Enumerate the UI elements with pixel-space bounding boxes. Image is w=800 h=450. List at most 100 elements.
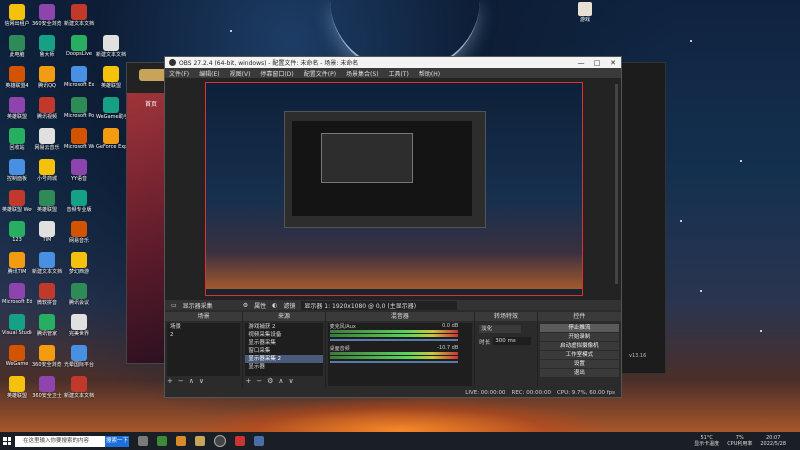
menu-docks[interactable]: 停靠窗口(D) — [260, 69, 293, 78]
windows-start-icon[interactable] — [3, 437, 11, 445]
desktop-icon[interactable]: 音频专业版 — [64, 190, 94, 213]
mic-volume-slider[interactable] — [329, 339, 459, 341]
remove-icon[interactable]: − — [178, 377, 184, 385]
desktop-icon[interactable]: 小号商城 — [32, 159, 62, 182]
start-recording-button[interactable]: 开始录制 — [539, 333, 619, 341]
remove-icon[interactable]: − — [256, 377, 262, 385]
desktop-icon[interactable]: 英雄联盟 — [2, 376, 32, 399]
desktop-icon[interactable]: 新建文本文档 — [64, 376, 94, 399]
desktop-volume-slider[interactable] — [329, 361, 459, 363]
source-item[interactable]: 显示器采集 — [245, 339, 322, 347]
source-item-selected[interactable]: 显示器采集 2 — [245, 355, 323, 363]
exit-button[interactable]: 退出 — [539, 369, 619, 377]
source-item[interactable]: 显示器 — [245, 363, 322, 371]
up-icon[interactable]: ∧ — [189, 377, 194, 385]
taskbar-clock[interactable]: 20:07 2022/5/28 — [760, 435, 786, 447]
down-icon[interactable]: ∨ — [288, 377, 293, 385]
menu-view[interactable]: 视图(V) — [230, 69, 251, 78]
desktop-icon[interactable]: 网易云音乐 — [32, 128, 62, 151]
preview-scrollbar[interactable] — [615, 84, 618, 284]
menu-profile[interactable]: 配置文件(P) — [304, 69, 336, 78]
desktop-icon[interactable]: 腾讯QQ — [32, 66, 62, 89]
desktop-icon-top-right[interactable]: 游戏 — [575, 2, 595, 23]
source-item[interactable]: 游戏捕获 2 — [245, 323, 322, 331]
desktop-icon[interactable]: 腾讯会议 — [64, 283, 94, 306]
obs-window[interactable]: OBS 27.2.4 (64-bit, windows) - 配置文件: 未命名… — [164, 56, 622, 398]
menu-file[interactable]: 文件(F) — [169, 69, 189, 78]
desktop-icon[interactable]: 控制面板 — [2, 159, 32, 182]
up-icon[interactable]: ∧ — [278, 377, 283, 385]
add-icon[interactable]: + — [245, 377, 251, 385]
desktop-icon[interactable]: Visual Studio — [2, 314, 32, 336]
filter-icon[interactable]: ◐ — [272, 302, 277, 309]
gear-icon[interactable]: ⚙ — [267, 377, 273, 385]
desktop-icon[interactable]: 123 — [2, 221, 32, 243]
source-item[interactable]: 窗口采集 — [245, 347, 322, 355]
gpu-temp-widget[interactable]: 51°C 显示卡温度 — [694, 435, 719, 447]
scene-item[interactable]: 2 — [167, 331, 240, 339]
desktop-icon[interactable]: WeGame — [2, 345, 32, 367]
obs-titlebar[interactable]: OBS 27.2.4 (64-bit, windows) - 配置文件: 未命名… — [165, 57, 621, 68]
desktop-icon[interactable]: 英雄联盟4 — [2, 66, 32, 89]
desktop-icon[interactable]: Microsoft PowerPoint — [64, 97, 94, 119]
desktop-icon[interactable]: 信网出租户 — [2, 4, 32, 27]
desktop-icon[interactable]: 梦幻西游 — [64, 252, 94, 275]
add-icon[interactable]: + — [167, 377, 173, 385]
desktop-icon[interactable]: 360安全浏览器 — [32, 345, 62, 368]
app-orange-icon[interactable] — [176, 436, 186, 446]
desktop-icon[interactable]: 微软拼音 — [32, 283, 62, 306]
maximize-icon[interactable]: □ — [589, 59, 605, 67]
desktop-icon[interactable]: 360安全浏览器 — [32, 4, 62, 27]
preview-canvas[interactable] — [205, 82, 583, 296]
menu-scene-collection[interactable]: 场景集合(S) — [346, 69, 379, 78]
desktop-icon[interactable]: 完美世界 — [64, 314, 94, 337]
desktop-icon[interactable]: 新建文本文档 — [64, 4, 94, 27]
taskbar-search-button[interactable]: 搜索一下 — [105, 435, 129, 447]
gear-icon[interactable]: ⚙ — [243, 302, 248, 309]
desktop-icon[interactable]: 腾讯TIM — [2, 252, 32, 275]
file-explorer-icon[interactable] — [138, 436, 148, 446]
properties-button[interactable]: 属性 — [254, 301, 266, 310]
source-item[interactable]: 视频采集设备 — [245, 331, 322, 339]
desktop-icon[interactable]: 英雄联盟 WeGame版 — [2, 190, 32, 213]
menu-tools[interactable]: 工具(T) — [389, 69, 409, 78]
desktop-icon[interactable]: 光晕国际平台 — [64, 345, 94, 368]
desktop-icon[interactable]: 360安全卫士 — [32, 376, 62, 399]
settings-button[interactable]: 设置 — [539, 360, 619, 368]
stop-streaming-button[interactable]: 停止推流 — [539, 324, 619, 332]
virtual-camera-button[interactable]: 启动虚拟摄像机 — [539, 342, 619, 350]
league-icon[interactable] — [195, 436, 205, 446]
desktop-icon[interactable]: TIM — [32, 221, 62, 243]
game-home-label[interactable]: 首页 — [145, 99, 157, 108]
desktop-icon[interactable]: WeGame助手 — [96, 97, 126, 120]
studio-mode-button[interactable]: 工作室模式 — [539, 351, 619, 359]
desktop-icon[interactable]: 网易音乐 — [64, 221, 94, 244]
minimize-icon[interactable]: — — [573, 59, 589, 67]
filters-button[interactable]: 滤镜 — [283, 301, 295, 310]
menu-edit[interactable]: 编辑(E) — [199, 69, 219, 78]
desktop-icon[interactable]: Microsoft Excel 2010 — [64, 66, 94, 88]
desktop-icon[interactable]: GeForce Experience — [96, 128, 126, 150]
desktop-icon[interactable]: 英雄联盟 — [96, 66, 126, 89]
close-icon[interactable]: ✕ — [605, 59, 621, 67]
desktop-icon[interactable]: 腾讯视频 — [32, 97, 62, 120]
cpu-widget[interactable]: 7% CPU利用率 — [727, 435, 752, 447]
desktop-icon[interactable]: 英雄联盟 — [2, 97, 32, 120]
desktop-icon[interactable]: 新建文本文档 — [32, 252, 62, 275]
down-icon[interactable]: ∨ — [199, 377, 204, 385]
desktop-icon[interactable]: 腾讯管家 — [32, 314, 62, 337]
display-select[interactable]: 显示器 1: 1920x1080 @ 0,0 (主显示器) — [301, 300, 458, 310]
desktop-icon[interactable]: YY语音 — [64, 159, 94, 182]
desktop-icon[interactable]: 回收站 — [2, 128, 32, 151]
background-window-right[interactable]: v13.16 — [618, 62, 666, 374]
desktop-icon[interactable]: 鲁大师 — [32, 35, 62, 58]
transition-select[interactable]: 淡化 — [479, 325, 522, 333]
desktop-icon[interactable]: 英雄联盟 — [32, 190, 62, 213]
desktop-icon[interactable]: Microsoft Edge — [2, 283, 32, 305]
app-red-icon[interactable] — [235, 436, 245, 446]
app-blue-icon[interactable] — [254, 436, 264, 446]
duration-input[interactable]: 300 ms — [493, 337, 532, 345]
menu-help[interactable]: 帮助(H) — [419, 69, 440, 78]
desktop-icon[interactable]: 新建文本文档 — [96, 35, 126, 58]
desktop-icon[interactable]: DoopsLive — [64, 35, 94, 57]
